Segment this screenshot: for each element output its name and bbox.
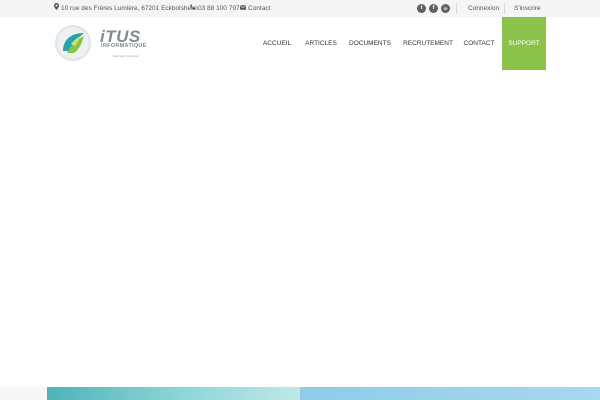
phone-text: 03 88 100 797 [198,5,240,13]
nav-item-accueil[interactable]: ACCUEIL [258,17,296,70]
nav-item-recrutement[interactable]: RECRUTEMENT [401,17,455,70]
topbar-divider [504,3,505,14]
address-info: 10 rue des Frères Lumière, 67201 Eckbols… [54,0,198,17]
map-marker-icon [54,0,59,17]
site-logo[interactable]: iTUS INFORMATIQUE Maîtriser l'essentiel [54,24,166,64]
hero-banner-right [300,387,600,400]
facebook-icon[interactable]: f [429,4,438,13]
envelope-icon [240,0,246,17]
contact-link[interactable]: Contact [240,0,270,17]
address-text: 10 rue des Frères Lumière, 67201 Eckbols… [61,5,198,13]
top-info-bar: 10 rue des Frères Lumière, 67201 Eckbols… [0,0,600,17]
logo-emblem-icon [55,25,91,61]
hero-margin [0,387,47,400]
logo-tagline: Maîtriser l'essentiel [113,54,139,58]
logo-subtitle: INFORMATIQUE [101,43,147,49]
phone-info: 03 88 100 797 [190,0,240,17]
nav-item-articles[interactable]: ARTICLES [302,17,340,70]
nav-item-documents[interactable]: DOCUMENTS [346,17,394,70]
topbar-divider [456,3,457,14]
login-link[interactable]: Connexion [468,0,499,17]
register-link[interactable]: S'inscrire [514,0,541,17]
linkedin-icon[interactable]: in [441,4,450,13]
nav-item-contact[interactable]: CONTACT [460,17,498,70]
contact-text[interactable]: Contact [248,5,270,12]
phone-icon [190,0,196,17]
twitter-icon[interactable]: t [417,4,426,13]
nav-item-support[interactable]: SUPPORT [502,17,546,70]
hero-banner-left [47,387,300,400]
